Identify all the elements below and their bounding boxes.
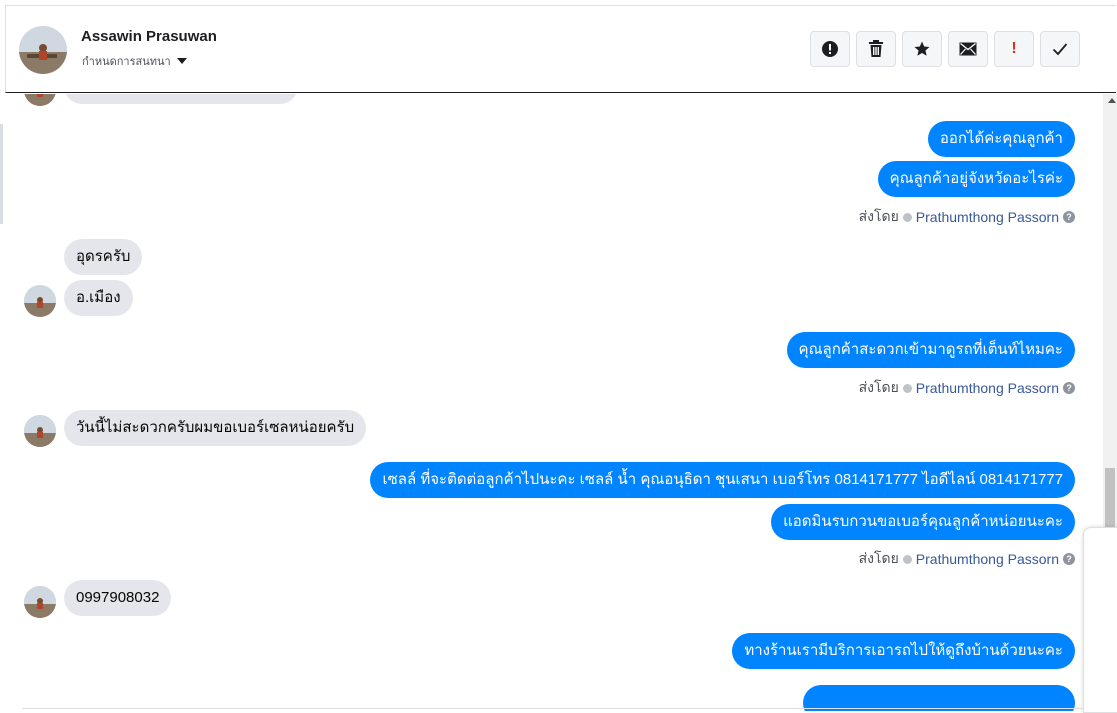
sent-by-prefix: ส่งโดย [858,550,899,566]
mark-unread-button[interactable] [948,31,988,67]
contact-avatar-small [24,94,56,106]
contact-name[interactable]: Assawin Prasuwan [81,28,217,45]
follow-up-button[interactable]: ! [994,31,1034,67]
trash-icon [869,40,883,57]
message-bubble-outgoing[interactable]: เซลล์ ที่จะติดต่อลูกค้าไปนะคะ เซลล์ น้ำ … [370,462,1075,498]
caret-down-icon [176,58,187,64]
divider [0,124,3,224]
mark-done-button[interactable] [1040,31,1080,67]
message-bubble-outgoing[interactable]: ออกได้ค่ะคุณลูกค้า [927,121,1075,157]
sent-by-agent[interactable]: Prathumthong Passorn [916,209,1059,225]
page-icon [902,212,912,222]
help-icon[interactable]: ? [1063,382,1075,394]
checkmark-icon [1052,43,1068,56]
sent-by-label: ส่งโดย Prathumthong Passorn ? [859,377,1075,399]
message-bubble-outgoing[interactable]: คุณลูกค้าสะดวกเข้ามาดูรถที่เต็นท์ไหมคะ [786,332,1075,368]
envelope-icon [959,42,977,56]
contact-avatar[interactable] [19,26,67,74]
message-bubble-outgoing[interactable]: คุณลูกค้าอยู่จังหวัดอะไรค่ะ [877,161,1075,197]
message-bubble-incoming[interactable]: อ.เมือง [64,280,133,316]
message-bubble-incoming[interactable]: วันนี้ไม่สะดวกครับผมขอเบอร์เซลหน่อยครับ [64,410,367,446]
conversation-settings-label: กำหนดการสนทนา [82,56,171,68]
delete-button[interactable] [856,31,896,67]
star-icon [914,41,930,56]
scroll-up-arrow-icon[interactable] [1108,98,1116,103]
help-icon[interactable]: ? [1063,553,1075,565]
sent-by-agent[interactable]: Prathumthong Passorn [916,380,1059,396]
help-icon[interactable]: ? [1063,211,1075,223]
conversation-header: Assawin Prasuwan กำหนดการสนทนา ! [5,5,1116,93]
sent-by-prefix: ส่งโดย [858,208,899,224]
sent-by-label: ส่งโดย Prathumthong Passorn ? [859,206,1075,228]
conversation-settings-dropdown[interactable]: กำหนดการสนทนา [82,52,187,70]
exclamation-circle-icon [822,41,838,57]
sent-by-agent[interactable]: Prathumthong Passorn [916,551,1059,567]
message-bubble-incoming[interactable] [64,94,298,104]
page-icon [902,554,912,564]
star-button[interactable] [902,31,942,67]
sent-by-label: ส่งโดย Prathumthong Passorn ? [859,548,1075,570]
exclamation-mark-icon: ! [1011,40,1017,57]
contact-avatar-small [24,415,56,447]
message-bubble-outgoing[interactable]: แอดมินรบกวนขอเบอร์คุณลูกค้าหน่อยนะคะ [771,504,1075,540]
scrollbar-thumb[interactable] [1105,468,1115,534]
report-spam-button[interactable] [810,31,850,67]
sent-by-prefix: ส่งโดย [858,379,899,395]
message-bubble-incoming[interactable]: อุดรครับ [64,239,143,275]
composer-divider [22,708,1082,709]
message-bubble-incoming[interactable]: 0997908032 [64,580,172,616]
contact-avatar-small [24,586,56,618]
conversation-toolbar: ! [810,31,1080,67]
side-panel-edge[interactable] [1083,527,1117,713]
contact-avatar-small [24,285,56,317]
page-icon [902,383,912,393]
message-thread[interactable]: ออกได้ค่ะคุณลูกค้า คุณลูกค้าอยู่จังหวัดอ… [0,94,1103,711]
message-bubble-outgoing[interactable]: ทางร้านเรามีบริการเอารถไปให้ดูถึงบ้านด้ว… [732,633,1075,669]
